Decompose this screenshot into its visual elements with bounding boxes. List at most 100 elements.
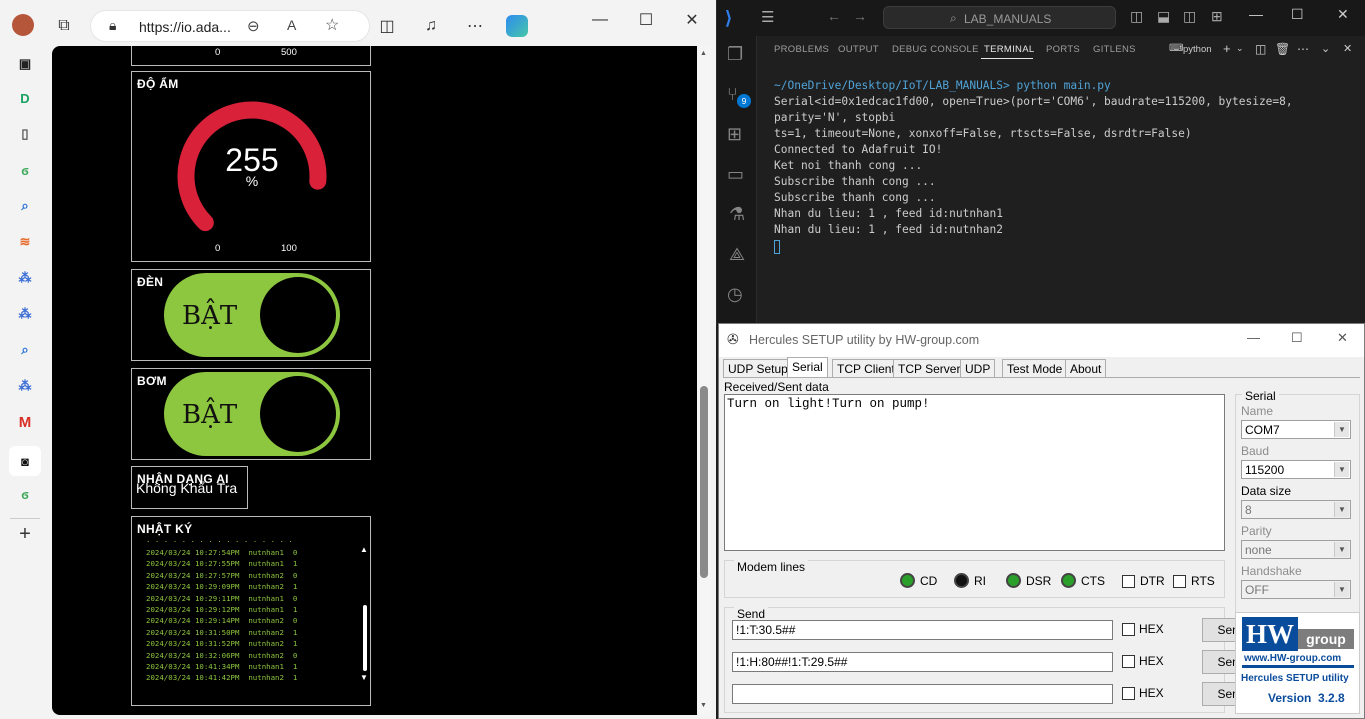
gmail-icon[interactable]: M (13, 410, 37, 434)
scroll-down-icon[interactable]: ▼ (360, 673, 368, 682)
tab-debug-console[interactable]: DEBUG CONSOLE (892, 44, 979, 55)
more-icon[interactable]: ⋯ (461, 12, 489, 40)
page-scrollbar[interactable]: ▲ ▼ (697, 46, 711, 715)
tab-terminal[interactable]: TERMINAL (984, 44, 1034, 55)
testing-icon[interactable]: ⚗ (729, 204, 745, 225)
tab-udp-setup[interactable]: UDP Setup (723, 359, 793, 377)
camera-app-icon[interactable]: ◙ (9, 446, 41, 476)
explorer-icon[interactable]: ❐ (727, 44, 743, 65)
sidebar-divider (10, 518, 40, 519)
back-icon[interactable]: ← (827, 8, 841, 24)
search-icon[interactable]: ⌕ (13, 338, 37, 362)
hex-checkbox[interactable] (1122, 655, 1135, 668)
pump-toggle[interactable]: BẬT (164, 372, 340, 456)
maximize-icon[interactable]: ☐ (1291, 6, 1304, 23)
log-scrollbar-thumb[interactable] (363, 605, 367, 671)
favorite-star-icon[interactable]: ☆ (325, 15, 339, 35)
baud-select[interactable]: 115200 ▼ (1241, 460, 1351, 479)
split-terminal-icon[interactable]: ◫ (1255, 42, 1266, 56)
forward-icon[interactable]: → (853, 8, 867, 24)
command-center-search[interactable]: ⌕ LAB_MANUALS (883, 6, 1116, 29)
app-leaf-icon[interactable]: ϭ (13, 482, 37, 506)
maximize-icon[interactable]: ☐ (632, 6, 660, 34)
stack-icon[interactable]: ≋ (13, 230, 37, 254)
toggle-secondary-sidebar-icon[interactable]: ◫ (1183, 8, 1196, 25)
tab-gitlens[interactable]: GITLENS (1093, 44, 1136, 55)
parity-select[interactable]: none ▼ (1241, 540, 1351, 559)
gauge-max: 500 (281, 47, 297, 58)
timeline-icon[interactable]: ◷ (727, 284, 743, 305)
send-input[interactable]: !1:H:80##!1:T:29.5## (732, 652, 1113, 672)
app-cluster-icon[interactable]: ⁂ (13, 266, 37, 290)
tab-divider (723, 377, 1360, 378)
tab-output[interactable]: OUTPUT (838, 44, 879, 55)
lock-icon[interactable]: 🔒︎ (109, 17, 116, 34)
tab-test-mode[interactable]: Test Mode (1002, 359, 1068, 377)
dtr-checkbox[interactable] (1122, 575, 1135, 588)
media-icon[interactable]: ♫ (417, 12, 445, 40)
app-leaf-icon[interactable]: ϭ (13, 158, 37, 182)
tab-ports[interactable]: PORTS (1046, 44, 1080, 55)
zoom-icon[interactable]: ⊖ (247, 17, 260, 35)
terminal-line: Serial<id=0x1edcac1fd00, open=True>(port… (774, 95, 1293, 124)
maximize-icon[interactable]: ☐ (1291, 330, 1303, 346)
terminal-output[interactable]: ~/OneDrive/Desktop/IoT/LAB_MANUALS> pyth… (774, 78, 1365, 254)
tab-about[interactable]: About (1065, 359, 1107, 377)
toggle-panel-icon[interactable]: ⬓ (1157, 8, 1170, 25)
hex-checkbox[interactable] (1122, 623, 1135, 636)
address-bar[interactable]: 🔒︎ https://io.ada... ⊖ A ☆ (90, 10, 370, 42)
app-cluster-icon[interactable]: ⁂ (13, 302, 37, 326)
run-debug-icon[interactable]: ⟁ (729, 244, 745, 265)
log-row: 2024/03/24 10:31:52PM nutnhan2 1 (146, 639, 298, 649)
send-input[interactable] (732, 684, 1113, 704)
remote-explorer-icon[interactable]: ▭ (727, 164, 744, 185)
minimize-icon[interactable]: — (1247, 330, 1260, 345)
tab-udp[interactable]: UDP (960, 359, 996, 377)
chevron-down-icon[interactable]: ⌄ (1321, 42, 1330, 55)
search-icon[interactable]: ⌕ (13, 194, 37, 218)
read-aloud-icon[interactable]: A (287, 17, 296, 33)
received-data-area[interactable]: Turn on light!Turn on pump! (724, 394, 1225, 551)
close-icon[interactable]: ✕ (678, 6, 706, 34)
send-input[interactable]: !1:T:30.5## (732, 620, 1113, 640)
handshake-select[interactable]: OFF ▼ (1241, 580, 1351, 599)
minimize-icon[interactable]: — (586, 6, 614, 34)
tab-tcp-client[interactable]: TCP Client (832, 359, 900, 377)
scroll-up-icon[interactable]: ▲ (360, 545, 368, 554)
toggle-sidebar-icon[interactable]: ◫ (1130, 8, 1143, 25)
app-cluster-icon[interactable]: ⁂ (13, 374, 37, 398)
new-terminal-icon[interactable]: + (1223, 41, 1231, 56)
extensions-icon[interactable]: ⊞ (727, 124, 742, 145)
close-icon[interactable]: ✕ (1337, 6, 1349, 23)
sidebar-app-d-icon[interactable]: D (13, 86, 37, 110)
tab-tcp-server[interactable]: TCP Server (893, 359, 966, 377)
tab-problems[interactable]: PROBLEMS (774, 44, 829, 55)
shell-name[interactable]: python (1183, 44, 1212, 55)
menu-icon[interactable]: ☰ (761, 8, 774, 26)
scroll-up-icon[interactable]: ▲ (700, 50, 707, 57)
close-panel-icon[interactable]: ✕ (1343, 42, 1352, 55)
more-icon[interactable]: ⋯ (1297, 42, 1309, 56)
port-select[interactable]: COM7 ▼ (1241, 420, 1351, 439)
tab-serial[interactable]: Serial (787, 357, 828, 378)
customize-layout-icon[interactable]: ⊞ (1211, 8, 1223, 25)
chevron-down-icon[interactable]: ⌄ (1236, 43, 1244, 54)
document-icon[interactable]: ▯ (13, 122, 37, 146)
datasize-select[interactable]: 8 ▼ (1241, 500, 1351, 519)
close-icon[interactable]: ✕ (1337, 330, 1348, 346)
page-scrollbar-thumb[interactable] (700, 386, 708, 578)
gauge-min: 0 (215, 47, 221, 58)
scroll-down-icon[interactable]: ▼ (700, 702, 707, 709)
add-icon[interactable]: + (13, 522, 37, 546)
tabs-icon[interactable]: ▣ (13, 52, 37, 76)
profile-avatar[interactable] (12, 14, 34, 36)
rts-checkbox[interactable] (1173, 575, 1186, 588)
hex-checkbox[interactable] (1122, 687, 1135, 700)
minimize-icon[interactable]: — (1249, 6, 1263, 22)
light-toggle[interactable]: BẬT (164, 273, 340, 357)
copilot-icon[interactable] (506, 15, 528, 37)
workspaces-icon[interactable]: ⧉ (50, 12, 78, 40)
split-screen-icon[interactable]: ◫ (373, 12, 401, 40)
terminal-line: Nhan du lieu: 1 , feed id:nutnhan2 (774, 223, 1004, 236)
trash-icon[interactable]: 🗑︎ (1275, 42, 1290, 56)
